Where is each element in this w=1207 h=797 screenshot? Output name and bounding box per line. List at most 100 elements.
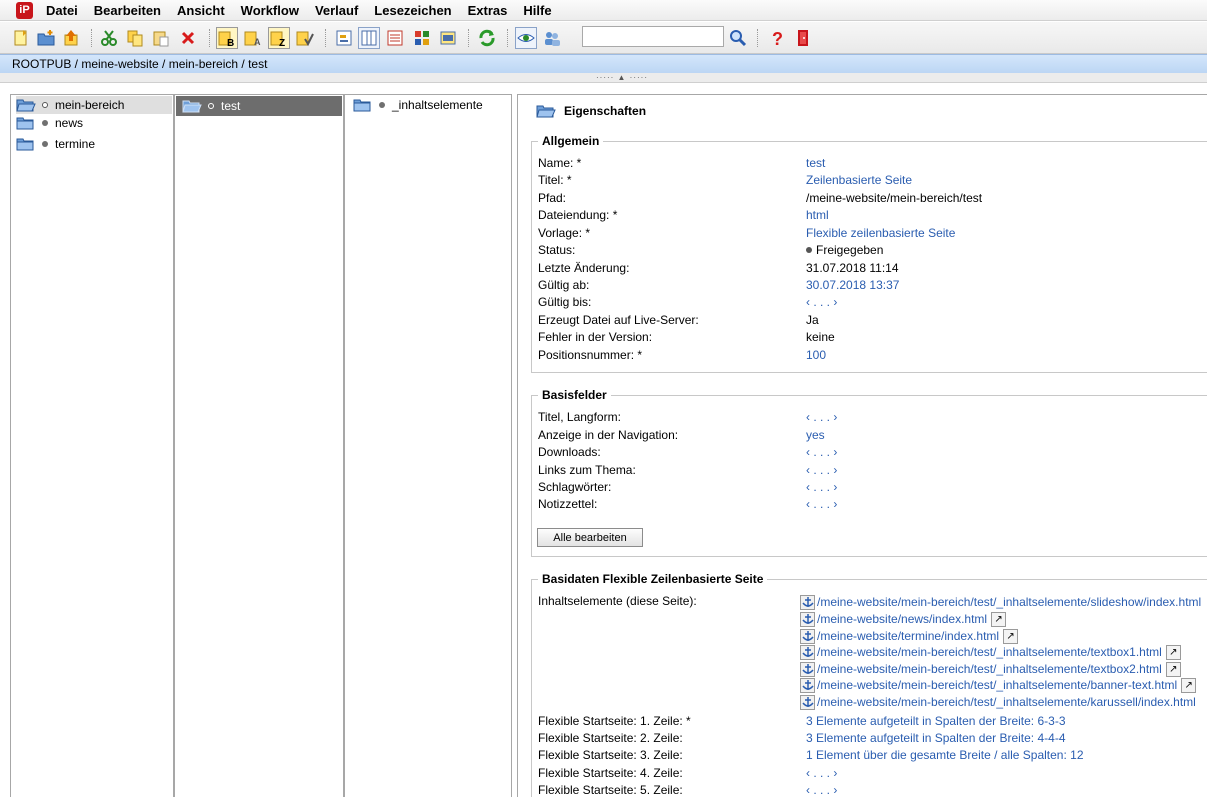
- content-link[interactable]: /meine-website/mein-bereich/test/_inhalt…: [817, 678, 1177, 692]
- external-link-icon[interactable]: ↗: [1165, 644, 1181, 660]
- external-link-icon[interactable]: ↗: [1181, 677, 1197, 693]
- list-item[interactable]: mein-bereich: [16, 96, 172, 114]
- view-columns-icon[interactable]: [358, 27, 380, 49]
- prop-row-dateiendung: Dateiendung: * html: [538, 208, 1207, 225]
- prop-value-link[interactable]: 100: [806, 348, 826, 362]
- content-link[interactable]: /meine-website/termine/index.html: [817, 629, 999, 643]
- content-link-row: /meine-website/mein-bereich/test/_inhalt…: [800, 644, 1181, 660]
- panel-splitter[interactable]: ····· ▲ ·····: [0, 73, 1207, 83]
- users-icon[interactable]: [541, 27, 563, 49]
- breadcrumb-path[interactable]: ROOTPUB / meine-website / mein-bereich /…: [12, 57, 267, 71]
- prop-label: Flexible Startseite: 5. Zeile:: [538, 783, 683, 797]
- upload-icon[interactable]: [60, 27, 82, 49]
- prop-value-link[interactable]: ‹ . . . ›: [806, 445, 837, 459]
- sort-check-icon[interactable]: [294, 27, 316, 49]
- prop-value-link[interactable]: yes: [806, 428, 825, 442]
- anchor-icon: [800, 694, 815, 710]
- list-item-label: termine: [55, 137, 96, 151]
- menu-ansicht[interactable]: Ansicht: [169, 1, 233, 20]
- search-icon[interactable]: [727, 27, 749, 49]
- list-item[interactable]: news: [16, 114, 83, 132]
- menu-bar: iP Datei Bearbeiten Ansicht Workflow Ver…: [0, 0, 1207, 21]
- prop-value-link[interactable]: ‹ . . . ›: [806, 410, 837, 424]
- view-list-icon[interactable]: [384, 27, 406, 49]
- column-3: _inhaltselemente: [344, 94, 512, 797]
- prop-row-zeile-3: Flexible Startseite: 3. Zeile: 1 Element …: [538, 748, 1207, 765]
- prop-label: Schlagwörter:: [538, 480, 612, 494]
- content-link-row: /meine-website/mein-bereich/test/_inhalt…: [800, 694, 1196, 710]
- prop-label: Erzeugt Datei auf Live-Server:: [538, 313, 699, 327]
- content-link[interactable]: /meine-website/mein-bereich/test/_inhalt…: [817, 695, 1196, 709]
- prop-value-link[interactable]: Flexible zeilenbasierte Seite: [806, 226, 955, 240]
- help-icon[interactable]: ?: [766, 27, 788, 49]
- list-item[interactable]: test: [176, 96, 342, 116]
- prop-row-zeile-1: Flexible Startseite: 1. Zeile: * 3 Elemen…: [538, 714, 1207, 731]
- prop-row-schlagwoerter: Schlagwörter: ‹ . . . ›: [538, 480, 1207, 497]
- preview-eye-icon[interactable]: [515, 27, 537, 49]
- cut-icon[interactable]: [98, 27, 120, 49]
- external-link-icon[interactable]: ↗: [1165, 661, 1181, 677]
- prop-label: Vorlage: *: [538, 226, 591, 240]
- splitter-grip-icon[interactable]: ····· ▲ ·····: [596, 73, 648, 82]
- view-grid-icon[interactable]: [411, 27, 433, 49]
- sort-z-icon[interactable]: Z: [268, 27, 290, 49]
- folder-open-icon: [16, 99, 36, 112]
- prop-value-link[interactable]: ‹ . . . ›: [806, 783, 837, 797]
- content-link[interactable]: /meine-website/mein-bereich/test/_inhalt…: [817, 595, 1201, 609]
- menu-lesezeichen[interactable]: Lesezeichen: [366, 1, 459, 20]
- menu-extras[interactable]: Extras: [460, 1, 516, 20]
- menu-datei[interactable]: Datei: [38, 1, 86, 20]
- edit-all-button[interactable]: Alle bearbeiten: [537, 528, 643, 547]
- sort-a-icon[interactable]: A: [242, 27, 264, 49]
- prop-label: Notizzettel:: [538, 497, 598, 511]
- copy-icon[interactable]: [124, 27, 146, 49]
- list-item[interactable]: _inhaltselemente: [353, 96, 483, 114]
- view-preview-icon[interactable]: [437, 27, 459, 49]
- view-tree-icon[interactable]: [333, 27, 355, 49]
- prop-value-link[interactable]: ‹ . . . ›: [806, 766, 837, 780]
- prop-row-gueltig-ab: Gültig ab: 30.07.2018 13:37: [538, 278, 1207, 295]
- anchor-icon: [800, 661, 815, 677]
- prop-label: Name: *: [538, 156, 582, 170]
- content-link[interactable]: /meine-website/news/index.html: [817, 612, 987, 626]
- menu-verlauf[interactable]: Verlauf: [307, 1, 366, 20]
- new-page-icon[interactable]: [10, 27, 32, 49]
- folder-open-icon: [182, 100, 202, 113]
- prop-row-gueltig-bis: Gültig bis: ‹ . . . ›: [538, 295, 1207, 312]
- prop-label: Inhaltselemente (diese Seite):: [538, 594, 697, 608]
- prop-label: Positionsnummer: *: [538, 348, 643, 362]
- menu-bearbeiten[interactable]: Bearbeiten: [86, 1, 169, 20]
- prop-value-link[interactable]: test: [806, 156, 825, 170]
- external-link-icon[interactable]: ↗: [991, 611, 1007, 627]
- prop-value-link[interactable]: Zeilenbasierte Seite: [806, 173, 912, 187]
- prop-value-link[interactable]: ‹ . . . ›: [806, 295, 837, 309]
- prop-value-link[interactable]: ‹ . . . ›: [806, 463, 837, 477]
- prop-value-link[interactable]: 3 Elemente aufgeteilt in Spalten der Bre…: [806, 731, 1066, 745]
- refresh-icon[interactable]: [476, 27, 498, 49]
- prop-label: Dateiendung: *: [538, 208, 618, 222]
- content-link[interactable]: /meine-website/mein-bereich/test/_inhalt…: [817, 645, 1162, 659]
- exit-icon[interactable]: [792, 27, 814, 49]
- prop-label: Titel, Langform:: [538, 410, 621, 424]
- prop-value-link[interactable]: ‹ . . . ›: [806, 497, 837, 511]
- prop-value-link[interactable]: html: [806, 208, 829, 222]
- status-dot: [379, 102, 385, 108]
- external-link-icon[interactable]: ↗: [1003, 628, 1019, 644]
- menu-hilfe[interactable]: Hilfe: [515, 1, 559, 20]
- content-link[interactable]: /meine-website/mein-bereich/test/_inhalt…: [817, 662, 1162, 676]
- anchor-icon: [800, 644, 815, 660]
- legend-basisfelder: Basisfelder: [538, 388, 611, 402]
- delete-icon[interactable]: [177, 27, 199, 49]
- new-folder-icon[interactable]: [35, 27, 57, 49]
- prop-label: Downloads:: [538, 445, 601, 459]
- prop-value-link[interactable]: ‹ . . . ›: [806, 480, 837, 494]
- prop-value-link[interactable]: 30.07.2018 13:37: [806, 278, 899, 292]
- prop-value-link[interactable]: 3 Elemente aufgeteilt in Spalten der Bre…: [806, 714, 1066, 728]
- prop-value-link[interactable]: 1 Element über die gesamte Breite / alle…: [806, 748, 1084, 762]
- paste-icon[interactable]: [150, 27, 172, 49]
- anchor-icon: [800, 628, 815, 644]
- menu-workflow[interactable]: Workflow: [233, 1, 307, 20]
- search-input[interactable]: [582, 26, 724, 47]
- list-item[interactable]: termine: [16, 135, 95, 153]
- sort-b-icon[interactable]: B: [216, 27, 238, 49]
